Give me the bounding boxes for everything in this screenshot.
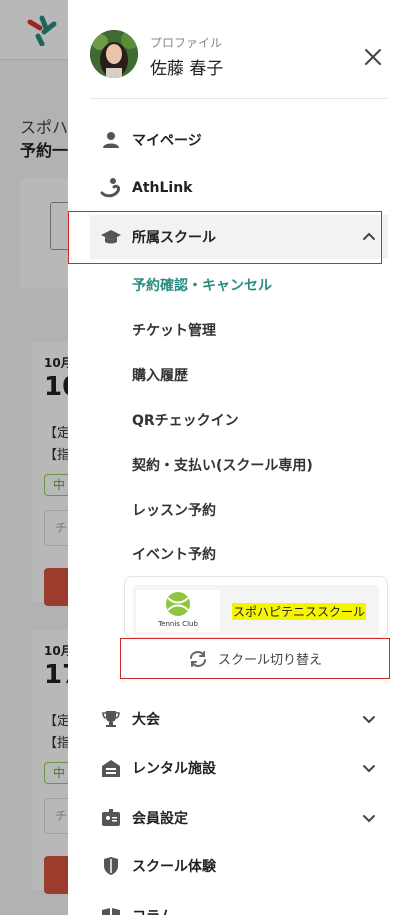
- profile-section: プロファイル 佐藤 春子: [90, 30, 390, 80]
- profile-name: 佐藤 春子: [150, 59, 224, 79]
- menu-item-school-trial[interactable]: スクール体験: [90, 844, 388, 888]
- shield-icon: [100, 855, 122, 877]
- menu-item-rental[interactable]: レンタル施設: [90, 746, 388, 790]
- menu-item-column[interactable]: コラム: [90, 894, 388, 915]
- close-icon[interactable]: [360, 44, 386, 70]
- chevron-down-icon: [363, 716, 375, 724]
- menu-label: 大会: [132, 712, 160, 728]
- menu-item-mypage[interactable]: マイページ: [90, 118, 388, 162]
- menu-label: AthLink: [132, 180, 193, 196]
- chevron-down-icon: [363, 765, 375, 773]
- menu-label: レンタル施設: [132, 761, 216, 777]
- switch-school-label: スクール切り替え: [217, 653, 322, 668]
- school-name: スポハピテニススクール: [232, 603, 367, 620]
- building-icon: [100, 757, 122, 779]
- menu-label: 会員設定: [132, 811, 188, 827]
- avatar: [90, 30, 138, 78]
- navigation-drawer: プロファイル 佐藤 春子 マイページ AthLink 所属スクール 予約確認・キ…: [68, 0, 412, 915]
- school-logo: Tennis Club: [136, 590, 220, 632]
- athlink-icon: [100, 177, 122, 199]
- profile-label: プロファイル: [150, 36, 223, 50]
- chevron-down-icon: [363, 815, 375, 823]
- refresh-icon: [189, 650, 206, 667]
- menu-item-tournament[interactable]: 大会: [90, 697, 388, 741]
- switch-school-button[interactable]: スクール切り替え: [120, 638, 390, 679]
- school-logo-text: Tennis Club: [157, 620, 198, 628]
- submenu-event-reservation[interactable]: イベント予約: [132, 544, 216, 564]
- book-icon: [100, 905, 122, 915]
- submenu-purchase-history[interactable]: 購入履歴: [132, 365, 188, 385]
- submenu-contract-payment[interactable]: 契約・支払い(スクール専用): [132, 455, 313, 475]
- submenu-ticket-management[interactable]: チケット管理: [132, 320, 216, 340]
- menu-item-member-settings[interactable]: 会員設定: [90, 796, 388, 840]
- submenu-qr-checkin[interactable]: QRチェックイン: [132, 410, 239, 430]
- divider: [90, 98, 388, 99]
- menu-label: コラム: [132, 906, 388, 915]
- menu-item-athlink[interactable]: AthLink: [90, 166, 388, 210]
- highlight-box-school: [68, 211, 382, 264]
- submenu-reservation-cancel[interactable]: 予約確認・キャンセル: [132, 275, 272, 295]
- person-icon: [100, 129, 122, 151]
- menu-label: スクール体験: [132, 859, 216, 875]
- id-card-icon: [100, 807, 122, 829]
- trophy-icon: [100, 708, 122, 730]
- menu-label: マイページ: [132, 133, 202, 149]
- submenu-lesson-reservation[interactable]: レッスン予約: [132, 500, 216, 520]
